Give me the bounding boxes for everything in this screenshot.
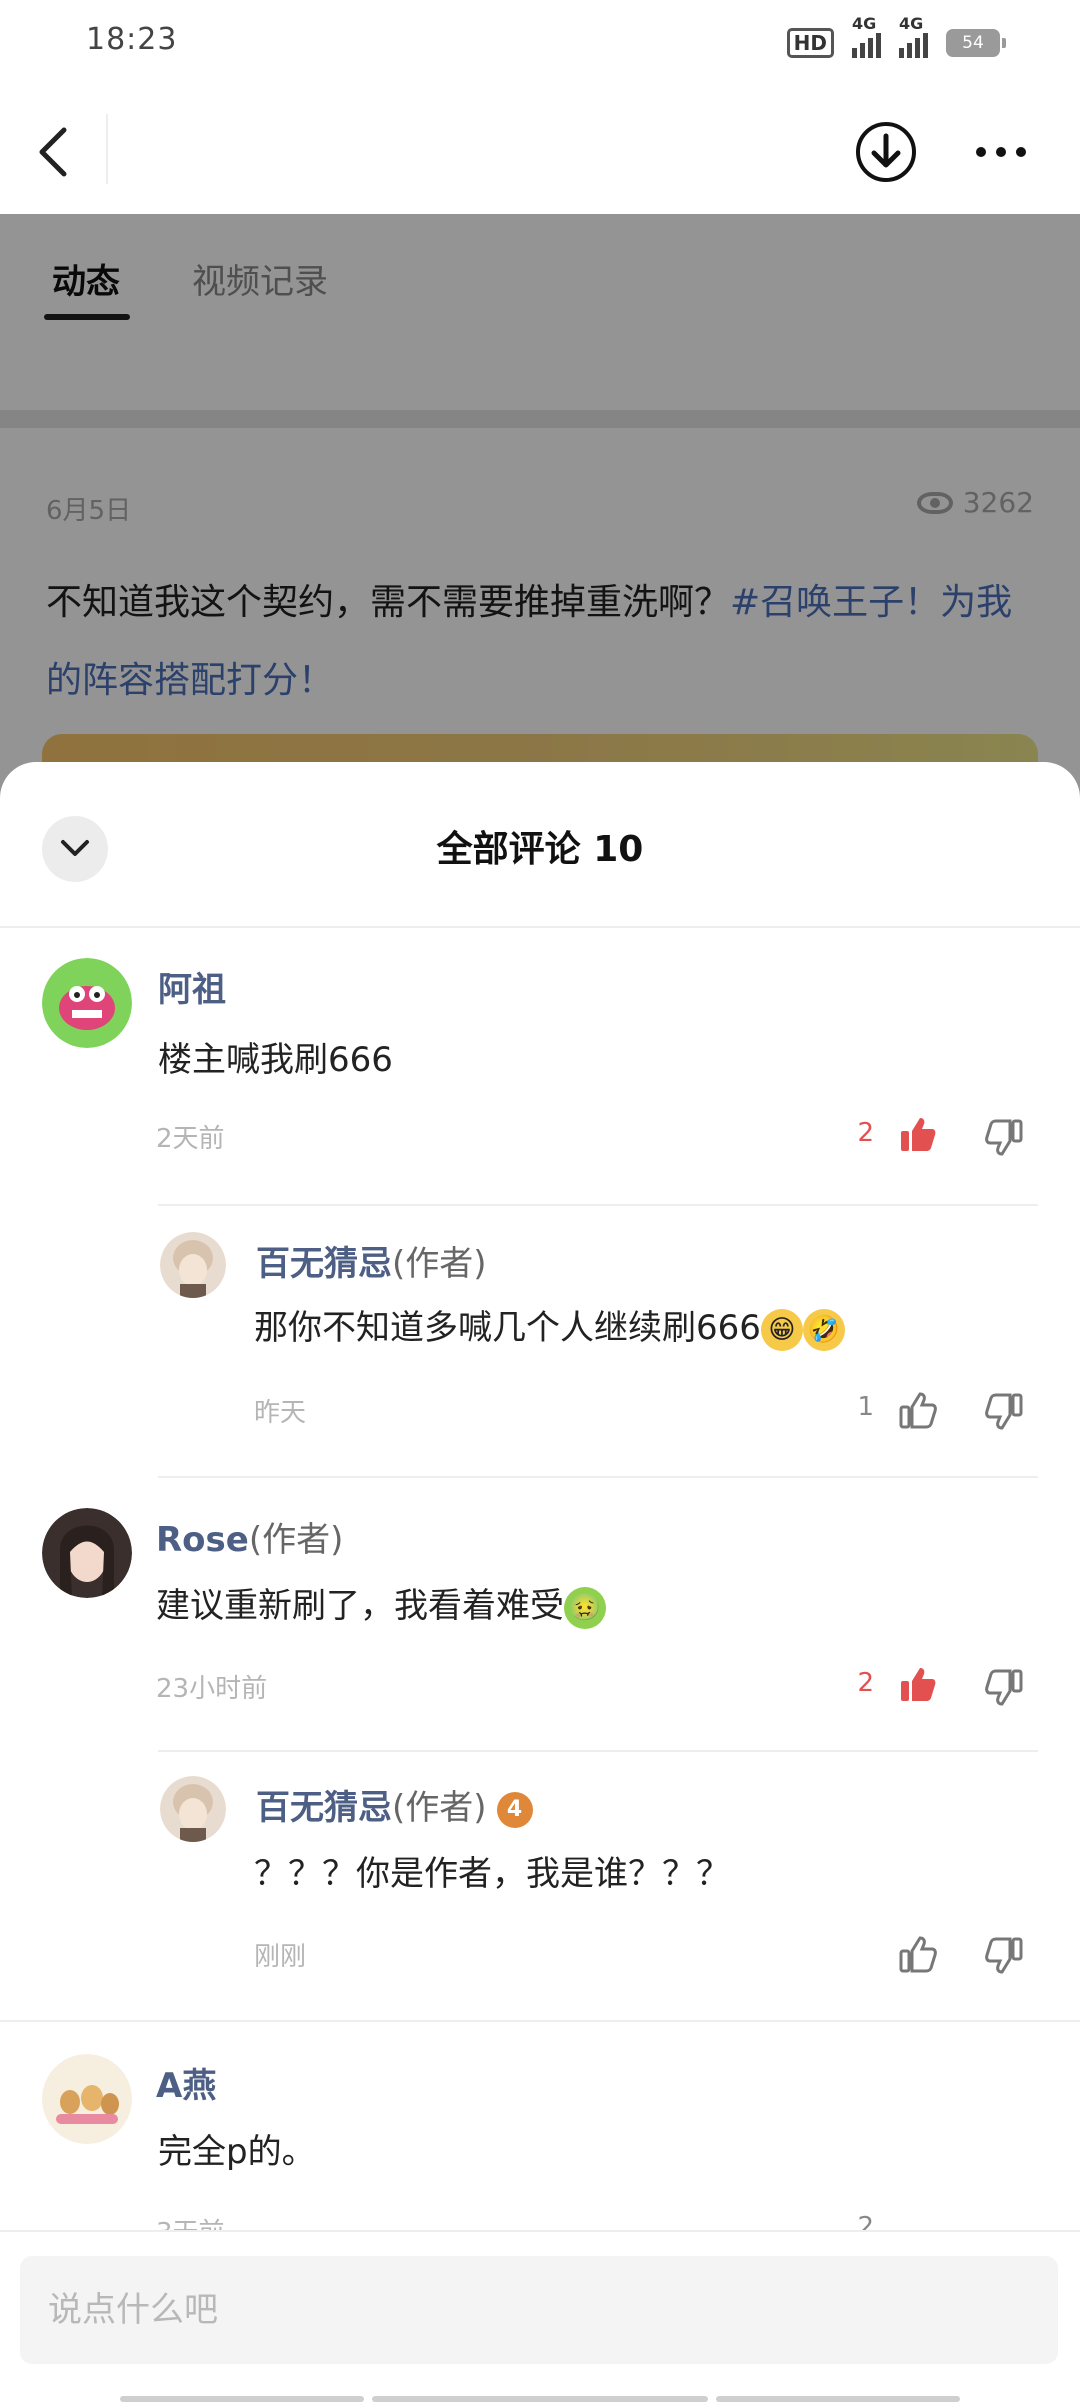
chevron-left-icon (39, 127, 67, 177)
avatar-image (42, 2054, 132, 2144)
sheet-title: 全部评论 10 (436, 829, 644, 870)
author-tag: (作者) (248, 1520, 344, 1560)
avatar-image (42, 1508, 132, 1598)
avatar[interactable] (42, 1508, 132, 1598)
reply-item: 百无猜忌(作者) 4 ？？？你是作者，我是谁？？？ 刚刚 (0, 1776, 1080, 2026)
avatar-image (160, 1232, 226, 1298)
gesture-bar (372, 2396, 708, 2402)
like-button[interactable] (898, 1934, 938, 1974)
thumbs-down-icon (985, 1669, 1023, 1706)
comment-time: 23小时前 (156, 1674, 268, 1704)
comment-text: 楼主喊我刷666 (158, 1040, 393, 1080)
dot-icon (1016, 147, 1026, 157)
signal-icon: 4G (852, 14, 881, 58)
gesture-bar (120, 2396, 364, 2402)
like-button[interactable] (898, 1114, 938, 1154)
thumbs-up-filled-icon (901, 1118, 936, 1151)
like-count: 2 (857, 1668, 874, 1698)
comment-username[interactable]: 百无猜忌(作者) 4 (256, 1780, 533, 1829)
author-tag: (作者) (392, 1244, 487, 1284)
avatar[interactable] (42, 958, 132, 1048)
like-count: 1 (857, 1392, 874, 1422)
status-bar: 18:23 HD 4G 4G 54 (0, 0, 1080, 84)
comment-item: A燕 完全p的。 3天前 2 (0, 2054, 1080, 2254)
dot-icon (976, 147, 986, 157)
back-button[interactable] (32, 122, 82, 182)
status-time: 18:23 (86, 22, 178, 57)
level-badge: 4 (496, 1791, 533, 1828)
author-tag: (作者) (392, 1788, 487, 1828)
divider (158, 1204, 1038, 1206)
comment-time: 刚刚 (254, 1942, 307, 1972)
thumbs-up-icon (899, 1392, 937, 1429)
comment-text: 完全p的。 (158, 2132, 316, 2172)
comment-username[interactable]: 阿祖 (158, 962, 226, 1011)
comment-input[interactable] (20, 2256, 1058, 2364)
status-icons: HD 4G 4G 54 (786, 14, 1006, 66)
comment-username[interactable]: A燕 (156, 2058, 216, 2107)
reply-item: 百无猜忌(作者) 那你不知道多喊几个人继续刷666 😁 🤣 昨天 1 (0, 1232, 1080, 1482)
avatar-image (160, 1776, 226, 1842)
signal-icon-2: 4G (899, 14, 928, 58)
comment-username[interactable]: 百无猜忌(作者) (256, 1236, 487, 1285)
avatar[interactable] (160, 1776, 226, 1842)
comment-text: 那你不知道多喊几个人继续刷666 😁 🤣 (254, 1300, 845, 1351)
dislike-button[interactable] (984, 1936, 1024, 1976)
nav-divider (106, 114, 108, 184)
sheet-header: 全部评论 10 (0, 762, 1080, 928)
divider (0, 2020, 1080, 2022)
thumbs-down-icon (985, 1937, 1023, 1974)
hd-icon: HD (786, 28, 834, 58)
like-count: 2 (857, 1118, 874, 1148)
dislike-button[interactable] (984, 1668, 1024, 1708)
divider (158, 1476, 1038, 1478)
download-button[interactable] (856, 122, 916, 182)
comment-item: 阿祖 楼主喊我刷666 2天前 2 (0, 958, 1080, 1218)
thumbs-down-icon (985, 1393, 1023, 1430)
comment-item: Rose(作者) 建议重新刷了，我看着难受 🤢 23小时前 2 (0, 1508, 1080, 1768)
battery-icon: 54 (946, 29, 1006, 57)
thumbs-up-icon (899, 1936, 937, 1973)
comment-time: 2天前 (156, 1124, 225, 1154)
comment-username[interactable]: Rose(作者) (156, 1512, 343, 1561)
avatar[interactable] (160, 1232, 226, 1298)
more-options-button[interactable] (976, 142, 1030, 162)
gesture-bar (716, 2396, 960, 2402)
comment-text: 建议重新刷了，我看着难受 🤢 (156, 1578, 606, 1629)
nauseated-emoji-icon: 🤢 (564, 1586, 606, 1629)
comment-text: ？？？你是作者，我是谁？？？ (254, 1854, 730, 1894)
comment-sheet: 全部评论 10 阿祖 楼主喊我刷666 2天前 2 百无猜忌(作者) 那你不知道… (0, 762, 1080, 2408)
thumbs-down-icon (985, 1119, 1023, 1156)
dislike-button[interactable] (984, 1392, 1024, 1432)
avatar[interactable] (42, 2054, 132, 2144)
grin-emoji-icon: 😁 (760, 1308, 803, 1351)
dislike-button[interactable] (984, 1118, 1024, 1158)
like-button[interactable] (898, 1390, 938, 1430)
avatar-image (42, 958, 132, 1048)
download-icon (871, 133, 901, 168)
comment-input-bar (0, 2230, 1080, 2408)
divider (158, 1750, 1038, 1752)
dim-overlay[interactable] (0, 214, 1080, 814)
dot-icon (996, 147, 1006, 157)
laugh-cry-emoji-icon: 🤣 (802, 1308, 845, 1351)
top-nav-bar (0, 84, 1080, 214)
comment-time: 昨天 (254, 1398, 307, 1428)
thumbs-up-filled-icon (901, 1668, 936, 1701)
like-button[interactable] (898, 1664, 938, 1704)
